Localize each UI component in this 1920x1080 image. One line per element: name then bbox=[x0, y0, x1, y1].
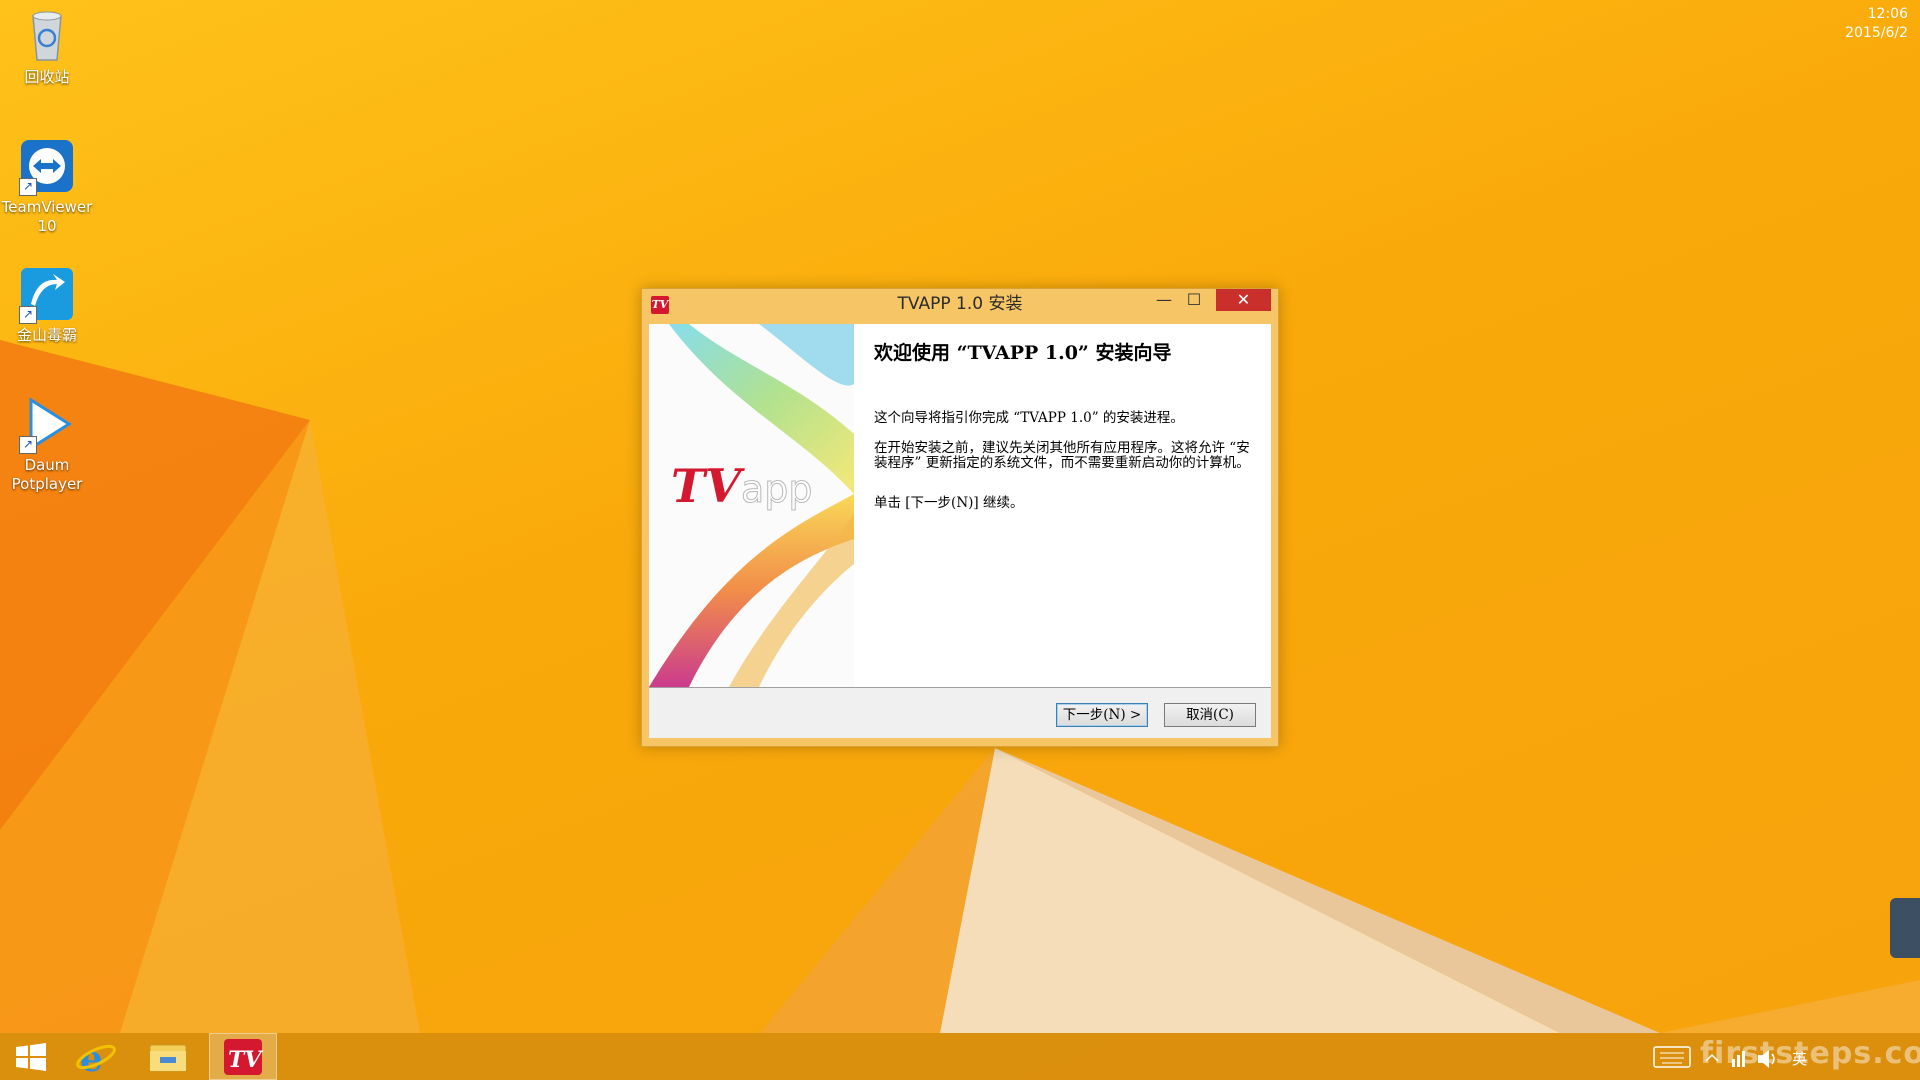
clock-date[interactable]: 2015/6/2 bbox=[1808, 25, 1908, 41]
kingsoft-antivirus-icon: ↗ bbox=[17, 264, 77, 324]
desktop-icon-kingsoft[interactable]: ↗ 金山毒霸 bbox=[0, 264, 97, 345]
desktop-icon-label: 回收站 bbox=[24, 68, 70, 86]
shortcut-arrow-icon: ↗ bbox=[19, 178, 37, 196]
svg-text:app: app bbox=[741, 467, 813, 511]
desktop-icon-teamviewer[interactable]: ↗ TeamViewer 10 bbox=[0, 136, 97, 236]
dialog-client-area: TV app 欢迎使用 “TVAPP 1.0” 安装向导 这个向导将指引你完成 … bbox=[649, 324, 1271, 738]
desktop: 回收站 ↗ TeamViewer 10 ↗ 金山毒霸 ↗ Daum Potpla… bbox=[0, 0, 1920, 1080]
start-button[interactable] bbox=[6, 1033, 54, 1080]
installer-dialog: TV TVAPP 1.0 安装 — ☐ ✕ TV app 欢迎使用 “TVAPP… bbox=[641, 288, 1279, 747]
close-button[interactable]: ✕ bbox=[1216, 289, 1271, 311]
folder-icon bbox=[149, 1044, 187, 1072]
tvapp-logo: TV bbox=[671, 459, 745, 513]
intro-paragraph: 这个向导将指引你完成 “TVAPP 1.0” 的安装进程。 bbox=[874, 410, 1184, 426]
welcome-title: 欢迎使用 “TVAPP 1.0” 安装向导 bbox=[874, 342, 1172, 364]
installer-banner-image: TV app bbox=[649, 324, 854, 687]
taskbar-ie[interactable]: e bbox=[72, 1033, 120, 1080]
desktop-icon-label: 金山毒霸 bbox=[16, 326, 77, 344]
tvapp-icon: TV bbox=[224, 1039, 263, 1075]
minimize-button[interactable]: — bbox=[1150, 289, 1178, 311]
desktop-icon-label: Daum Potplayer bbox=[11, 456, 83, 493]
keyboard-icon[interactable] bbox=[1653, 1046, 1691, 1068]
taskbar-file-explorer[interactable] bbox=[136, 1033, 198, 1080]
clock-time[interactable]: 12:06 bbox=[1828, 6, 1908, 22]
close-apps-paragraph: 在开始安装之前，建议先关闭其他所有应用程序。这将允许 “安装程序” 更新指定的系… bbox=[874, 440, 1250, 471]
svg-text:e: e bbox=[80, 1038, 103, 1080]
shortcut-arrow-icon: ↗ bbox=[19, 306, 37, 324]
maximize-button[interactable]: ☐ bbox=[1180, 289, 1208, 311]
continue-paragraph: 单击 [下一步(N)] 继续。 bbox=[874, 495, 1024, 511]
dialog-content: 欢迎使用 “TVAPP 1.0” 安装向导 这个向导将指引你完成 “TVAPP … bbox=[854, 324, 1271, 687]
watermark: firststeps.com.au bbox=[1700, 1036, 1920, 1071]
desktop-icon-label: TeamViewer 10 bbox=[1, 198, 93, 235]
desktop-icon-potplayer[interactable]: ↗ Daum Potplayer bbox=[0, 394, 97, 494]
next-button[interactable]: 下一步(N) > bbox=[1056, 703, 1148, 727]
taskbar: e TV 英 bbox=[0, 1033, 1920, 1080]
dialog-titlebar[interactable]: TV TVAPP 1.0 安装 — ☐ ✕ bbox=[642, 289, 1278, 319]
cancel-button[interactable]: 取消(C) bbox=[1164, 703, 1256, 727]
button-separator bbox=[649, 687, 1271, 688]
ie-icon: e bbox=[76, 1038, 116, 1080]
shortcut-arrow-icon: ↗ bbox=[19, 436, 37, 454]
teamviewer-icon: ↗ bbox=[17, 136, 77, 196]
desktop-icon-recycle-bin[interactable]: 回收站 bbox=[0, 6, 97, 87]
taskbar-tvapp[interactable]: TV bbox=[209, 1033, 277, 1080]
recycle-bin-icon bbox=[17, 6, 77, 66]
windows-logo-icon bbox=[16, 1043, 46, 1071]
svg-text:TV: TV bbox=[228, 1047, 263, 1073]
teamviewer-side-widget[interactable] bbox=[1890, 898, 1920, 958]
potplayer-icon: ↗ bbox=[17, 394, 77, 454]
